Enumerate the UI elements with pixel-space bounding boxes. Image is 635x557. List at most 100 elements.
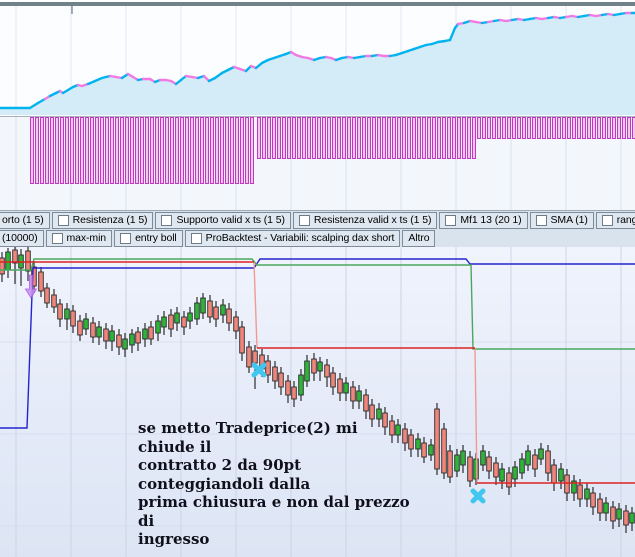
position-bar — [557, 117, 561, 139]
indicator-toggle[interactable]: Supporto valid x ts (1 5) — [155, 211, 291, 229]
close-position-x-icon — [470, 488, 486, 504]
indicator-toggle[interactable]: max-min — [45, 229, 113, 247]
position-bar — [512, 117, 516, 139]
position-bar — [240, 117, 244, 184]
candle-down — [44, 287, 50, 304]
position-bar — [140, 117, 144, 184]
position-bar — [180, 117, 184, 184]
position-size-panel — [0, 117, 635, 210]
candle-down — [70, 310, 76, 327]
indicator-toolbar: orto (1 5) Resistenza (1 5) Supporto valid… — [0, 210, 635, 247]
position-bar — [452, 117, 456, 159]
position-bar — [65, 117, 69, 184]
candle-down — [51, 294, 57, 308]
indicator-checkbox[interactable] — [535, 214, 547, 226]
candle-up — [428, 444, 434, 456]
candle-down — [577, 484, 583, 500]
position-bar — [40, 117, 44, 184]
candle-down — [532, 454, 538, 470]
position-bar — [215, 117, 219, 184]
candle-down — [168, 314, 174, 330]
position-bar — [612, 117, 616, 139]
price-chart-panel[interactable]: se metto Tradeprice(2) mi chiude il cont… — [0, 247, 635, 557]
indicator-checkbox[interactable] — [120, 232, 132, 244]
position-bar — [115, 117, 119, 184]
position-bar — [210, 117, 214, 184]
position-bar — [120, 117, 124, 184]
candle-down — [506, 472, 512, 488]
indicator-toggle[interactable]: SMA (1) — [529, 211, 594, 229]
indicator-label: orto (1 5) — [2, 214, 44, 226]
toolbar-button-altro[interactable]: Altro — [402, 229, 436, 247]
candle-down — [265, 360, 271, 376]
position-bar — [607, 117, 611, 139]
indicator-checkbox[interactable] — [57, 214, 69, 226]
position-bar — [567, 117, 571, 139]
position-bar — [245, 117, 249, 184]
candle-up — [155, 320, 161, 334]
position-bar — [407, 117, 411, 159]
indicator-label: entry boll — [135, 232, 177, 244]
indicator-toggle[interactable]: (10000) — [0, 229, 44, 247]
indicator-toggle[interactable]: entry boll — [114, 229, 183, 247]
position-bar — [287, 117, 291, 159]
position-bar — [225, 117, 229, 184]
position-bar — [312, 117, 316, 159]
candle-up — [298, 374, 304, 396]
candle-down — [77, 320, 83, 336]
indicator-toggle[interactable]: Resistenza valid x ts (1 5) — [292, 211, 438, 229]
indicator-toggle[interactable]: ProBacktest - Variabili: scalping dax sh… — [184, 229, 401, 247]
indicator-toggle[interactable]: orto (1 5) — [0, 211, 50, 229]
candle-down — [610, 506, 616, 522]
candle-down — [90, 322, 96, 338]
position-bar — [487, 117, 491, 139]
indicator-checkbox[interactable] — [298, 214, 310, 226]
candle-up — [480, 450, 486, 466]
candle-down — [0, 257, 5, 275]
trading-platform-window: orto (1 5) Resistenza (1 5) Supporto valid… — [0, 0, 635, 557]
position-bar — [190, 117, 194, 184]
position-bar — [220, 117, 224, 184]
candle-down — [103, 328, 109, 342]
position-bar — [95, 117, 99, 184]
position-bar — [337, 117, 341, 159]
candle-down — [207, 300, 213, 318]
position-bar — [195, 117, 199, 184]
position-bar — [175, 117, 179, 184]
position-bar — [170, 117, 174, 184]
position-bar — [150, 117, 154, 184]
candle-down — [493, 462, 499, 478]
position-bar — [55, 117, 59, 184]
indicator-label: range 0.7 — [616, 214, 635, 226]
position-bar — [250, 117, 254, 184]
candle-down — [447, 450, 453, 478]
candle-down — [148, 326, 154, 340]
candle-down — [226, 308, 232, 324]
candle-up — [603, 502, 609, 514]
position-bar — [372, 117, 376, 159]
position-bar — [497, 117, 501, 139]
position-bar — [35, 117, 39, 184]
indicator-toggle[interactable]: Resistenza (1 5) — [51, 211, 154, 229]
position-bar — [130, 117, 134, 184]
indicator-checkbox[interactable] — [601, 214, 613, 226]
indicator-checkbox[interactable] — [445, 214, 457, 226]
position-bar — [50, 117, 54, 184]
indicator-toggle[interactable]: Mf1 13 (20 1) — [439, 211, 528, 229]
position-bar — [617, 117, 621, 139]
position-bar — [577, 117, 581, 139]
indicator-checkbox[interactable] — [190, 232, 202, 244]
candle-down — [239, 326, 245, 354]
candle-up — [220, 304, 226, 316]
indicator-toggle[interactable]: range 0.7 — [595, 211, 635, 229]
position-bar — [165, 117, 169, 184]
position-bar — [302, 117, 306, 159]
indicator-checkbox[interactable] — [51, 232, 63, 244]
candle-down — [233, 316, 239, 332]
position-bar — [527, 117, 531, 139]
position-bar — [582, 117, 586, 139]
indicator-checkbox[interactable] — [161, 214, 173, 226]
equity-curve-chart — [0, 6, 635, 116]
position-bar — [477, 117, 481, 139]
position-bar — [155, 117, 159, 184]
